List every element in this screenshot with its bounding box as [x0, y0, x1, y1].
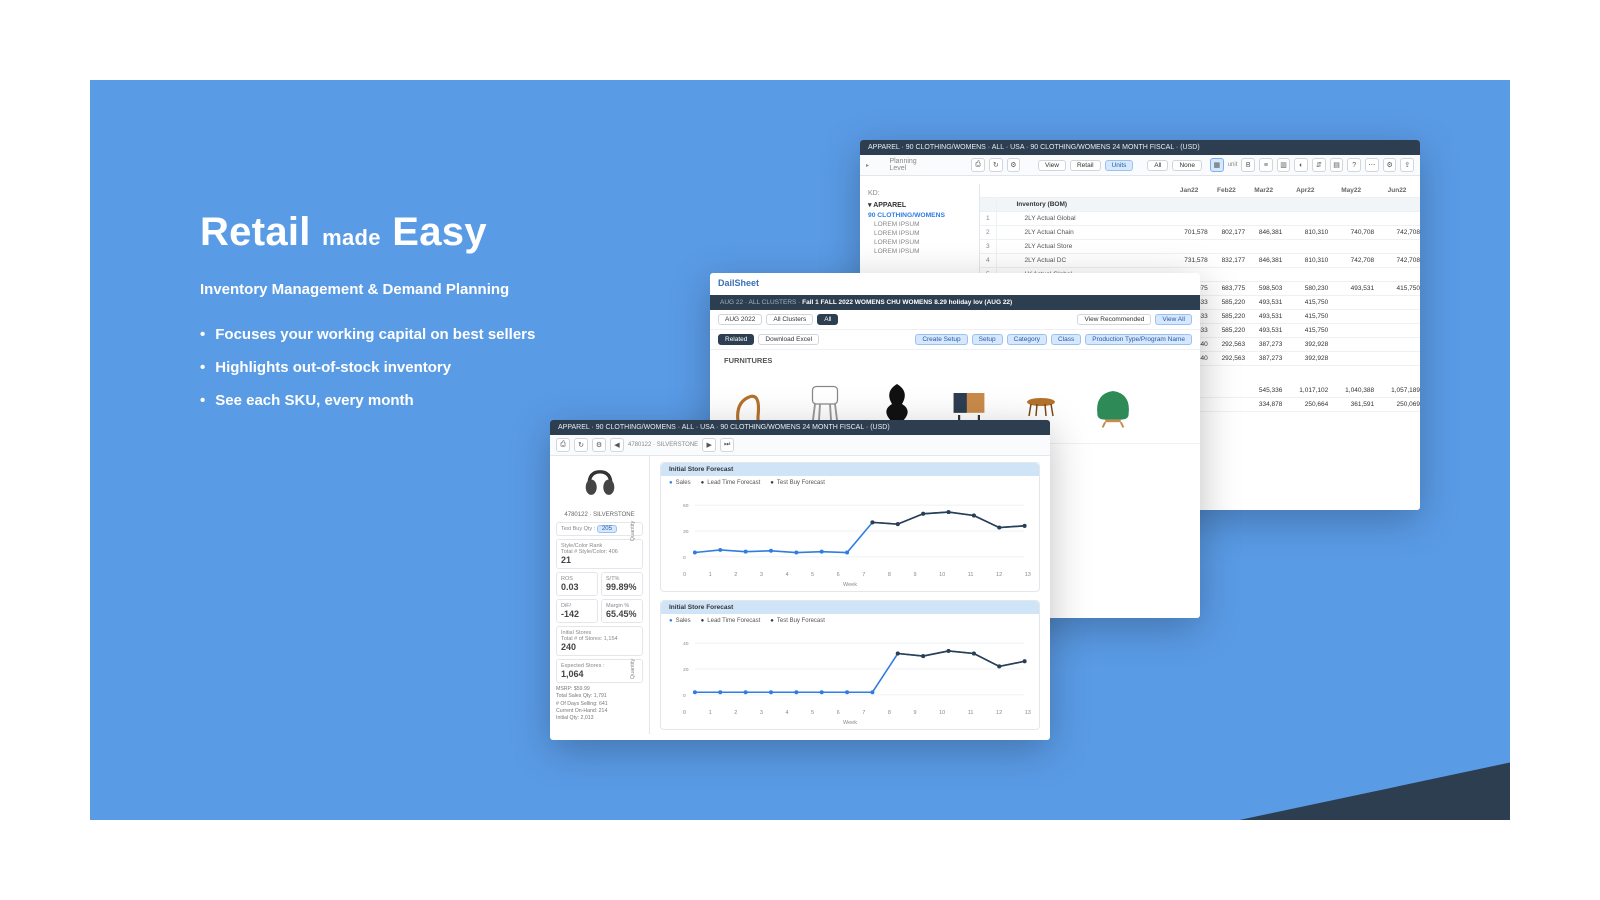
- view-recommended-button[interactable]: View Recommended: [1077, 314, 1151, 325]
- hero-bullet: Highlights out-of-stock inventory: [200, 359, 720, 376]
- gear-icon[interactable]: ⚙: [1383, 158, 1397, 172]
- more-icon[interactable]: ⋯: [1365, 158, 1379, 172]
- columns-icon[interactable]: ▥: [1277, 158, 1291, 172]
- save-icon[interactable]: ⎙: [556, 438, 570, 452]
- stat-rank: Style/Color Rank Total # Style/Color: 40…: [556, 539, 643, 569]
- filter-row: AUG 2022 All Clusters All View Recommend…: [710, 310, 1200, 330]
- next-icon[interactable]: ▶: [702, 438, 716, 452]
- chip[interactable]: Category: [1007, 334, 1047, 345]
- product-thumb[interactable]: [1084, 375, 1142, 433]
- refresh-icon[interactable]: ↻: [574, 438, 588, 452]
- tab-view[interactable]: View: [1038, 160, 1066, 171]
- tab-units[interactable]: Units: [1105, 160, 1134, 171]
- table-icon[interactable]: ▤: [1330, 158, 1344, 172]
- app-logo: DailSheet: [718, 278, 759, 288]
- grid-tool-icon[interactable]: ▦: [1210, 158, 1224, 172]
- window-title: APPAREL · 90 CLOTHING/WOMENS · ALL · USA…: [558, 424, 890, 431]
- settings-icon[interactable]: ⚙: [1007, 158, 1021, 172]
- tab-all[interactable]: All: [1147, 160, 1168, 171]
- toolbar: ⎙ ↻ ⚙ ◀ 4780122 · SILVERSTONE ▶ ⏭: [550, 435, 1050, 456]
- chart-card-2: Initial Store Forecast SalesLead Time Fo…: [660, 600, 1040, 730]
- refresh-icon[interactable]: ↻: [989, 158, 1003, 172]
- chip[interactable]: Class: [1051, 334, 1081, 345]
- pill-all[interactable]: All: [817, 314, 838, 325]
- table-row[interactable]: 12LY Actual Global: [980, 212, 1420, 226]
- hero: Retail made Easy Inventory Management & …: [200, 210, 720, 425]
- tree-item[interactable]: LOREM IPSUM: [874, 230, 971, 237]
- view-all-button[interactable]: View All: [1155, 314, 1192, 325]
- sort-icon[interactable]: ⇵: [1312, 158, 1326, 172]
- product-code: 4780122 · SILVERSTONE: [556, 512, 643, 518]
- forecast-chart-2: 02040: [681, 628, 1039, 710]
- hero-bullet: See each SKU, every month: [200, 392, 720, 409]
- tab-none[interactable]: None: [1172, 160, 1202, 171]
- help-icon[interactable]: ?: [1347, 158, 1361, 172]
- svg-text:0: 0: [683, 555, 686, 561]
- pill-clusters[interactable]: All Clusters: [766, 314, 813, 325]
- tree-item-active[interactable]: 90 CLOTHING/WOMENS: [868, 212, 971, 219]
- section-title: FURNITURES: [710, 350, 1200, 365]
- breadcrumb: 4780122 · SILVERSTONE: [628, 442, 698, 448]
- table-row[interactable]: 32LY Actual Store: [980, 240, 1420, 254]
- align-icon[interactable]: ≡: [1259, 158, 1273, 172]
- kpi-label: KD:: [868, 190, 971, 197]
- window-titlebar: APPAREL · 90 CLOTHING/WOMENS · ALL · USA…: [550, 420, 1050, 435]
- tab-row: Related Download Excel Create Setup Setu…: [710, 330, 1200, 350]
- breadcrumb: AUG 22 · ALL CLUSTERS · AUG 22 · ALL CLU…: [710, 295, 1200, 310]
- tab-download[interactable]: Download Excel: [758, 334, 819, 345]
- grid-section: Inventory (BOM): [996, 198, 1420, 212]
- stats-sidebar: 4780122 · SILVERSTONE Test Buy Qty : 205…: [550, 456, 650, 734]
- hero-bullet: Focuses your working capital on best sel…: [200, 326, 720, 343]
- chart-card-1: Initial Store Forecast SalesLead Time Fo…: [660, 462, 1040, 592]
- chip[interactable]: Create Setup: [915, 334, 967, 345]
- chip[interactable]: Setup: [972, 334, 1003, 345]
- svg-text:60: 60: [683, 503, 689, 509]
- tab-related[interactable]: Related: [718, 334, 754, 345]
- product-image: [570, 462, 630, 508]
- chip[interactable]: Production Type/Program Name: [1085, 334, 1192, 345]
- prev-icon[interactable]: ◀: [610, 438, 624, 452]
- forecast-window: APPAREL · 90 CLOTHING/WOMENS · ALL · USA…: [550, 420, 1050, 740]
- tree-item[interactable]: LOREM IPSUM: [874, 221, 971, 228]
- bold-icon[interactable]: B: [1241, 158, 1255, 172]
- tree-root[interactable]: ▾ APPAREL: [868, 201, 971, 209]
- pill-month[interactable]: AUG 2022: [718, 314, 762, 325]
- last-icon[interactable]: ⏭: [720, 438, 734, 452]
- settings-icon[interactable]: ⚙: [592, 438, 606, 452]
- window-titlebar: APPAREL · 90 CLOTHING/WOMENS · ALL · USA…: [860, 140, 1420, 155]
- save-icon[interactable]: ⎙: [971, 158, 985, 172]
- table-row[interactable]: 42LY Actual DC731,578832,177846,381810,3…: [980, 254, 1420, 268]
- filter-icon[interactable]: ◐: [1294, 158, 1308, 172]
- tree-item[interactable]: LOREM IPSUM: [874, 239, 971, 246]
- breadcrumb-label: Planning Level: [889, 158, 934, 172]
- breadcrumb-caret-icon: ▸: [866, 162, 885, 169]
- forecast-chart-1: 03060: [681, 490, 1039, 572]
- export-icon[interactable]: ⇪: [1400, 158, 1414, 172]
- svg-text:0: 0: [683, 693, 686, 699]
- hero-subtitle: Inventory Management & Demand Planning: [200, 281, 720, 298]
- hero-bullets: Focuses your working capital on best sel…: [200, 326, 720, 409]
- tab-retail[interactable]: Retail: [1070, 160, 1101, 171]
- svg-text:40: 40: [683, 641, 689, 647]
- tree-item[interactable]: LOREM IPSUM: [874, 248, 971, 255]
- y-axis-label: Quantity: [630, 521, 712, 541]
- y-axis-label: Quantity: [630, 659, 712, 679]
- hero-title: Retail made Easy: [200, 210, 720, 255]
- toolbar: ▸ Planning Level ⎙ ↻ ⚙ View Retail Units…: [860, 155, 1420, 176]
- table-row[interactable]: 22LY Actual Chain701,578802,177846,38181…: [980, 226, 1420, 240]
- window-title: APPAREL · 90 CLOTHING/WOMENS · ALL · USA…: [868, 144, 1200, 151]
